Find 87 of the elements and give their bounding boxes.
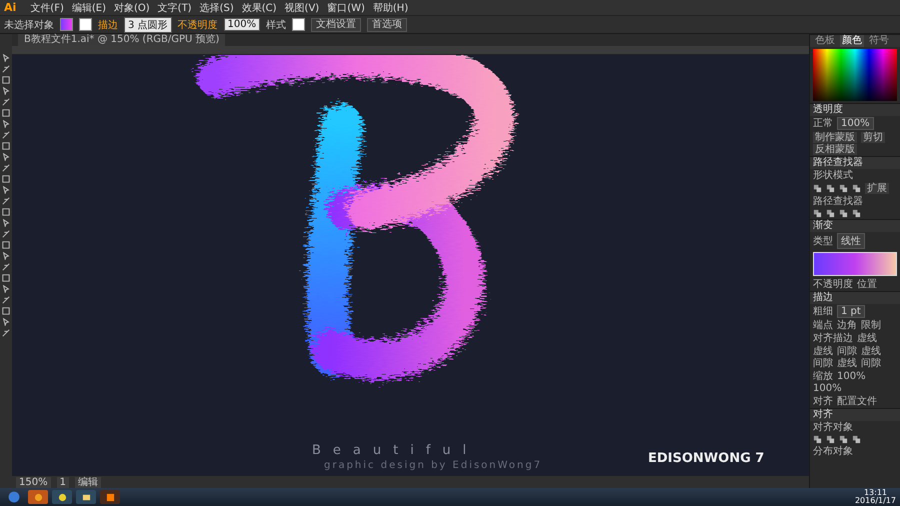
opacity-field[interactable]: 100% [224, 18, 260, 31]
panel-label: 缩放 [813, 371, 833, 382]
menu-item[interactable]: 文件(F) [30, 0, 64, 14]
app-icon[interactable] [106, 492, 114, 502]
panel-title: 描边 [813, 292, 833, 304]
value-field[interactable]: 100% [837, 117, 874, 130]
style-label: 样式 [266, 18, 286, 32]
panel-button[interactable]: 扩展 [865, 183, 889, 194]
stroke-label[interactable]: 描边 [98, 18, 118, 32]
panel-label: 间隙 [813, 358, 833, 369]
menu-item[interactable]: 对象(O) [114, 0, 150, 14]
panel-label: 分布对象 [813, 446, 853, 457]
artist-signature: EDISONWONG 7 [648, 451, 764, 466]
panel-label: 虚线 [861, 346, 881, 357]
panel-label: 对齐 [813, 396, 833, 407]
tool-icon[interactable] [2, 263, 10, 271]
panel-label: 路径查找器 [813, 196, 863, 207]
panel-label: 位置 [857, 279, 877, 290]
tool-icon[interactable] [2, 98, 10, 106]
panel-label: 对齐对象 [813, 422, 853, 433]
stroke-swatch[interactable] [79, 18, 92, 31]
taskbar-app[interactable] [52, 490, 72, 504]
panel-label: 不透明度 [813, 279, 853, 290]
tool-icon[interactable] [2, 296, 10, 304]
menu-item[interactable]: 窗口(W) [327, 0, 365, 14]
tool-icon[interactable] [2, 54, 10, 62]
color-spectrum[interactable] [813, 49, 897, 101]
menu-item[interactable]: 帮助(H) [372, 0, 408, 14]
zoom-field[interactable]: 150% [16, 476, 51, 488]
panel-tab[interactable]: 色板 [813, 35, 837, 47]
panel-label: 端点 [813, 320, 833, 331]
tool-icon[interactable] [2, 131, 10, 139]
tool-icon[interactable] [2, 65, 10, 73]
panel-label: 对齐描边 [813, 333, 853, 344]
panel-label: 形状模式 [813, 170, 853, 181]
style-swatch[interactable] [292, 18, 306, 31]
panel-label: 配置文件 [837, 396, 877, 407]
panel-title: 渐变 [813, 220, 833, 232]
field-label: 粗细 [813, 306, 833, 317]
panel-label: 虚线 [857, 333, 877, 344]
fill-swatch[interactable] [60, 18, 73, 31]
artboard-field[interactable]: 1 [56, 476, 69, 488]
panel-button[interactable]: 剪切 [861, 132, 885, 143]
panel-tab[interactable]: 颜色 [840, 35, 864, 47]
artwork-credit: graphic design by EdisonWong7 [324, 460, 542, 471]
panel-label: 虚线 [837, 358, 857, 369]
document-tab[interactable]: B教程文件1.ai* @ 150% (RGB/GPU 预览) [18, 34, 226, 46]
panel-label: 虚线 [813, 346, 833, 357]
tool-icon[interactable] [2, 164, 10, 172]
status-mode: 编辑 [74, 476, 101, 488]
opacity-label[interactable]: 不透明度 [178, 18, 218, 32]
panel-title: 对齐 [813, 409, 833, 421]
artwork-title: Beautiful [312, 443, 478, 458]
menu-item[interactable]: 选择(S) [200, 0, 234, 14]
panel-title: 透明度 [813, 104, 843, 116]
panel-tab[interactable]: 符号 [867, 35, 891, 47]
folder-icon[interactable] [82, 492, 90, 502]
menu-item[interactable]: 视图(V) [284, 0, 320, 14]
taskbar-app[interactable] [100, 490, 120, 504]
taskbar-app[interactable] [76, 490, 96, 504]
clock-time: 13:11 [864, 489, 888, 497]
value-field[interactable]: 线性 [837, 233, 865, 249]
field-label: 正常 [813, 118, 833, 129]
tool-icon[interactable] [2, 197, 10, 205]
panel-label: 100% [837, 371, 866, 382]
panel-button[interactable]: 反相蒙版 [813, 144, 857, 155]
field-label: 类型 [813, 236, 833, 246]
panel-label: 间隙 [837, 346, 857, 357]
tool-icon[interactable] [2, 230, 10, 238]
tool-icon[interactable] [2, 329, 10, 337]
panel-label: 100% [813, 383, 842, 394]
menu-item[interactable]: 编辑(E) [72, 0, 106, 14]
panel-label: 间隙 [861, 358, 881, 369]
panel-label: 边角 [837, 320, 857, 331]
value-field[interactable]: 1 pt [837, 305, 865, 318]
menu-item[interactable]: 文字(T) [158, 0, 192, 14]
app-icon[interactable] [58, 492, 66, 502]
menu-item[interactable]: 效果(C) [242, 0, 277, 14]
panel-button[interactable]: 制作蒙版 [813, 132, 857, 143]
selection-label: 未选择对象 [4, 18, 54, 32]
panel-label: 限制 [861, 320, 881, 331]
app-logo: Ai [4, 1, 16, 14]
toolbar-button[interactable]: 首选项 [367, 18, 408, 32]
panel-title: 路径查找器 [813, 157, 863, 169]
toolbar-button[interactable]: 文档设置 [311, 18, 362, 32]
brush-field[interactable]: 3 点圆形 [124, 16, 172, 32]
clock-date: 2016/1/17 [854, 497, 896, 505]
